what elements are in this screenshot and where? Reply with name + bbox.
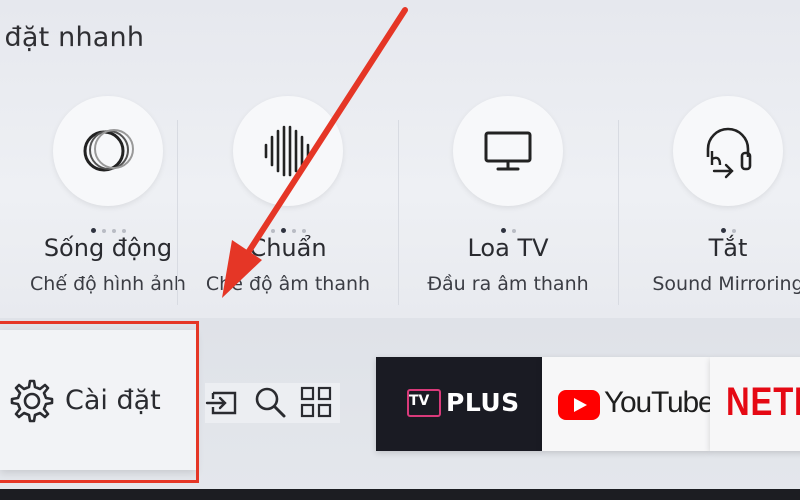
netflix-label: NETF <box>726 380 800 424</box>
tvplus-badge-text: TV <box>409 393 430 409</box>
tv-speaker-icon <box>453 96 563 206</box>
search-icon[interactable] <box>253 385 287 419</box>
youtube-play-icon <box>558 390 600 420</box>
option-dots <box>178 220 398 233</box>
app-tile-youtube[interactable]: YouTube <box>542 357 715 451</box>
youtube-label: YouTube <box>604 386 715 419</box>
quick-setting-subtitle: Chế độ âm thanh <box>205 273 371 295</box>
apps-grid-icon[interactable] <box>299 385 333 419</box>
tvplus-label: PLUS <box>446 388 520 417</box>
quick-setting-subtitle: Sound Mirroring <box>652 273 800 295</box>
quick-setting-value: Chuẩn <box>249 234 327 262</box>
quick-setting-value: Tắt <box>708 234 748 262</box>
quick-setting-subtitle: Đầu ra âm thanh <box>427 273 589 295</box>
app-tile-tvplus[interactable]: TV PLUS <box>376 357 542 451</box>
quick-settings-title: i đặt nhanh <box>0 22 145 53</box>
shortcut-group <box>205 383 340 423</box>
quick-settings-panel: i đặt nhanh Sống động Chế độ hình ảnh Ch… <box>0 0 800 318</box>
screen-bezel <box>0 489 800 500</box>
headphone-icon <box>673 96 783 206</box>
app-tile-netflix[interactable]: NETF <box>710 357 800 451</box>
quick-setting-sound-mirroring[interactable]: Tắt Sound Mirroring <box>618 96 800 311</box>
option-dots <box>398 220 618 233</box>
picture-mode-icon <box>53 96 163 206</box>
source-icon[interactable] <box>205 385 239 419</box>
highlight-box <box>0 321 199 483</box>
quick-setting-sound-output[interactable]: Loa TV Đầu ra âm thanh <box>398 96 618 311</box>
quick-setting-value: Loa TV <box>467 234 549 262</box>
sound-mode-icon <box>233 96 343 206</box>
option-dots <box>618 220 800 233</box>
quick-setting-sound-mode[interactable]: Chuẩn Chế độ âm thanh <box>178 96 398 311</box>
